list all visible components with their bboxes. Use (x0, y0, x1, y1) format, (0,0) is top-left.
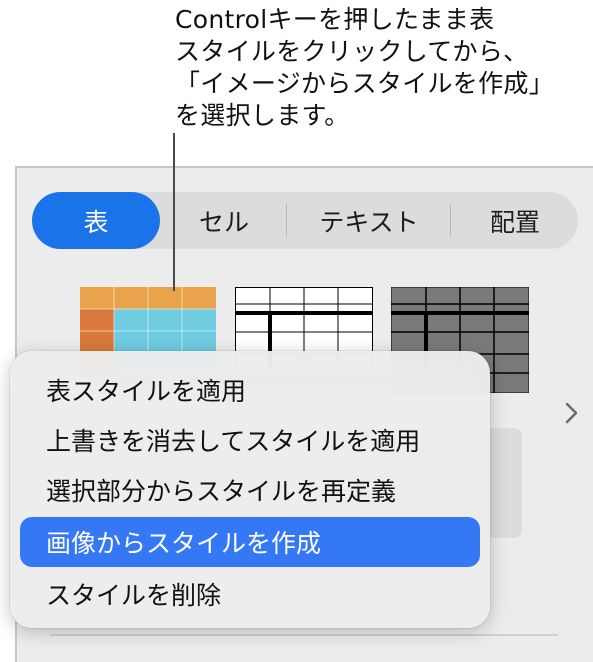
callout-line: 「イメージからスタイルを作成」 (175, 69, 555, 98)
tab-arrange[interactable]: 配置 (452, 192, 578, 249)
tab-cell[interactable]: セル (162, 192, 286, 249)
menu-item-clear-overrides-apply[interactable]: 上書きを消去してスタイルを適用 (20, 415, 480, 465)
panel-divider (50, 634, 558, 636)
callout-line: Controlキーを押したまま表 (175, 5, 495, 34)
tab-text[interactable]: テキスト (288, 192, 450, 249)
menu-item-delete-style[interactable]: スタイルを削除 (20, 569, 480, 619)
menu-item-redefine-style[interactable]: 選択部分からスタイルを再定義 (20, 465, 480, 515)
context-menu: 表スタイルを適用 上書きを消去してスタイルを適用 選択部分からスタイルを再定義 … (10, 351, 490, 628)
tab-bar: 表 セル テキスト 配置 (32, 192, 578, 249)
callout-leader-line (173, 133, 175, 291)
tab-divider (286, 204, 287, 237)
menu-item-apply-style[interactable]: 表スタイルを適用 (20, 365, 480, 415)
menu-item-create-style-from-image[interactable]: 画像からスタイルを作成 (20, 517, 480, 567)
screenshot-stage: Controlキーを押したまま表 スタイルをクリックしてから、 「イメージからス… (0, 0, 593, 662)
callout-line: を選択します。 (175, 101, 350, 130)
tab-table[interactable]: 表 (32, 192, 160, 249)
chevron-right-icon[interactable] (561, 398, 583, 428)
tab-divider (450, 204, 451, 237)
callout-line: スタイルをクリックしてから、 (175, 37, 529, 66)
callout-text: Controlキーを押したまま表 スタイルをクリックしてから、 「イメージからス… (175, 4, 585, 132)
